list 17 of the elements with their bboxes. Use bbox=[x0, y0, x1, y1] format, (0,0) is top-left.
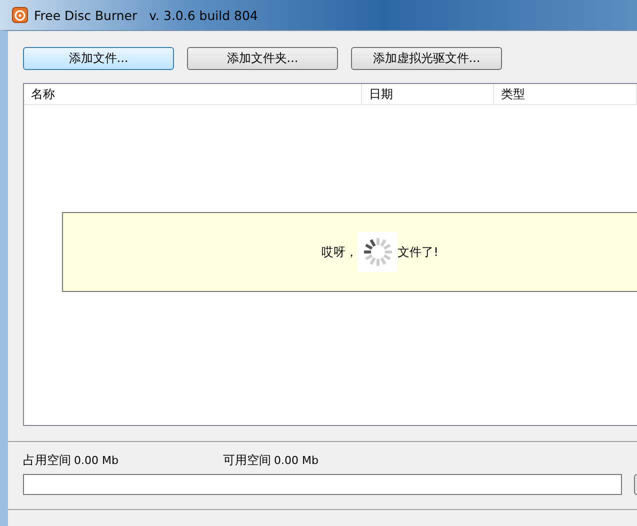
disc-icon bbox=[12, 7, 28, 23]
add-button[interactable]: 添加文件夹... bbox=[187, 47, 338, 70]
message-text: 哎呀， bbox=[322, 244, 358, 260]
add-button[interactable]: 添加虚拟光驱文件... bbox=[351, 47, 502, 70]
column-header[interactable]: 类型 bbox=[494, 84, 637, 104]
window-title: Free Disc Burner bbox=[34, 8, 138, 22]
space-value: 0.00 Mb bbox=[274, 454, 318, 467]
version-label: v. 3.0.6 build 804 bbox=[149, 8, 258, 22]
message-text: 文件了! bbox=[398, 244, 438, 260]
spinner-icon bbox=[358, 232, 398, 272]
side-button[interactable] bbox=[634, 474, 637, 495]
column-header[interactable]: 名称 bbox=[24, 84, 362, 104]
column-header[interactable]: 日期 bbox=[362, 84, 494, 104]
space-label: 可用空间 bbox=[223, 452, 271, 469]
add-button[interactable]: 添加文件... bbox=[23, 47, 174, 70]
space-value: 0.00 Mb bbox=[74, 454, 118, 467]
space-label: 占用空间 bbox=[23, 452, 71, 469]
